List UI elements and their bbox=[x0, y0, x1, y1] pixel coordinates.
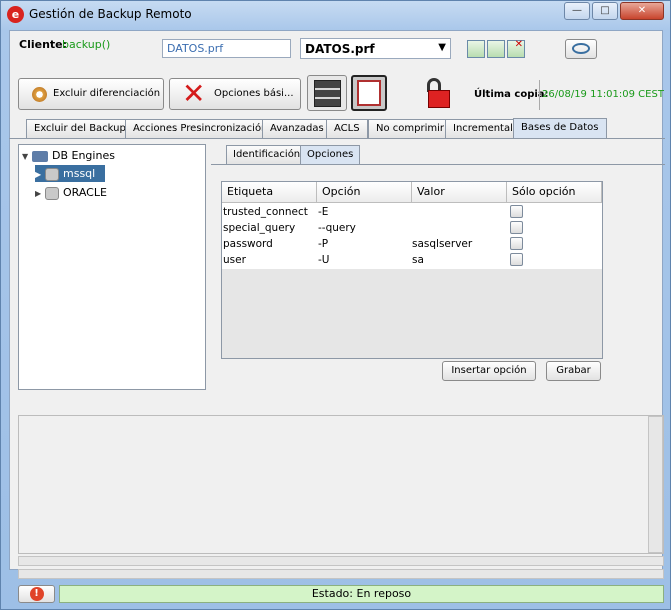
db-engine-tree: ▼ DB Engines ▶ mssql ▶ ORACLE bbox=[18, 144, 206, 390]
cell-valor: sa bbox=[412, 254, 424, 266]
solo-opcion-checkbox[interactable] bbox=[510, 253, 523, 266]
title-bar[interactable]: e Gestión de Backup Remoto — □ ✕ bbox=[1, 1, 670, 29]
minimize-button[interactable]: — bbox=[564, 2, 590, 20]
database-icon bbox=[45, 167, 59, 181]
expand-icon: ▶ bbox=[35, 189, 42, 198]
folder-icon bbox=[32, 150, 48, 162]
server-icon bbox=[314, 80, 341, 107]
cell-etiqueta: special_query bbox=[223, 222, 296, 234]
tree-item-mssql[interactable]: ▶ mssql bbox=[35, 165, 105, 182]
tab-no-comprimir[interactable]: No comprimir bbox=[368, 119, 453, 138]
tools-icon: ✕ bbox=[182, 77, 206, 110]
subtab-opciones[interactable]: Opciones bbox=[300, 145, 361, 164]
tab-divider bbox=[9, 138, 665, 139]
cell-opcion: --query bbox=[318, 222, 356, 234]
basic-options-button[interactable]: ✕ Opciones bási... bbox=[169, 78, 301, 110]
delete-profile-icon[interactable]: ✕ bbox=[507, 39, 525, 58]
last-copy-value: 26/08/19 11:01:09 CEST bbox=[542, 89, 664, 100]
tab-acls[interactable]: ACLS bbox=[326, 119, 368, 138]
eye-icon bbox=[572, 43, 590, 54]
status-text: Estado: En reposo bbox=[311, 587, 412, 600]
cell-valor: sasqlserver bbox=[412, 238, 473, 250]
cell-opcion: -E bbox=[318, 206, 329, 218]
unlock-icon[interactable] bbox=[423, 78, 455, 110]
solo-opcion-checkbox[interactable] bbox=[510, 237, 523, 250]
view-profile-button[interactable] bbox=[565, 39, 597, 59]
options-grid: Etiqueta Opción Valor Sólo opción truste… bbox=[221, 181, 603, 359]
backup-app-icon: e bbox=[7, 6, 24, 23]
profile-select-value: DATOS.prf bbox=[305, 42, 375, 56]
main-window: e Gestión de Backup Remoto — □ ✕ Cliente… bbox=[0, 0, 671, 610]
toolbar-divider bbox=[539, 80, 540, 110]
subtab-divider bbox=[211, 164, 665, 165]
cell-etiqueta: trusted_connect bbox=[223, 206, 308, 218]
horizontal-scrollbar[interactable] bbox=[18, 556, 664, 566]
table-row[interactable]: trusted_connect -E bbox=[222, 204, 602, 220]
tab-avanzadas[interactable]: Avanzadas bbox=[262, 119, 332, 138]
database-icon bbox=[45, 186, 59, 200]
window-title: Gestión de Backup Remoto bbox=[29, 7, 192, 21]
last-copy-label: Última copia: bbox=[474, 89, 549, 100]
stop-icon: ! bbox=[29, 587, 44, 601]
clock-icon bbox=[357, 80, 381, 106]
tab-incremental[interactable]: Incremental bbox=[445, 119, 521, 138]
tree-item-oracle[interactable]: ▶ ORACLE bbox=[35, 184, 107, 201]
basic-options-label: Opciones bási... bbox=[214, 88, 294, 99]
table-row[interactable]: password -P sasqlserver bbox=[222, 236, 602, 252]
table-row[interactable]: special_query --query bbox=[222, 220, 602, 236]
profile-select[interactable]: DATOS.prf ▼ bbox=[300, 38, 451, 59]
server-button[interactable] bbox=[307, 75, 347, 111]
solo-opcion-checkbox[interactable] bbox=[510, 221, 523, 234]
collapse-icon: ▼ bbox=[22, 152, 29, 161]
column-header-valor[interactable]: Valor bbox=[412, 182, 507, 203]
subtab-identificacion[interactable]: Identificación bbox=[226, 145, 308, 164]
tree-item-label: mssql bbox=[63, 167, 96, 180]
solo-opcion-checkbox[interactable] bbox=[510, 205, 523, 218]
status-bar: Estado: En reposo bbox=[59, 585, 664, 603]
stop-button[interactable]: ! bbox=[18, 585, 55, 603]
schedule-button[interactable] bbox=[351, 75, 387, 111]
profile-field[interactable]: DATOS.prf bbox=[162, 39, 291, 58]
log-panel[interactable] bbox=[18, 415, 664, 554]
insert-option-button[interactable]: Insertar opción bbox=[442, 361, 536, 381]
tab-bases-de-datos[interactable]: Bases de Datos bbox=[513, 118, 607, 138]
new-profile-icon[interactable] bbox=[487, 40, 505, 58]
maximize-button[interactable]: □ bbox=[592, 2, 618, 20]
table-row[interactable]: user -U sa bbox=[222, 252, 602, 268]
horizontal-scrollbar-2[interactable] bbox=[18, 569, 664, 579]
accept-profile-icon[interactable] bbox=[467, 40, 485, 58]
save-button[interactable]: Grabar bbox=[546, 361, 601, 381]
tab-excluir-backup[interactable]: Excluir del Backup bbox=[26, 119, 134, 138]
tab-acciones-presincronizacion[interactable]: Acciones Presincronización bbox=[125, 119, 276, 138]
client-label: Cliente: bbox=[19, 38, 68, 51]
cell-etiqueta: user bbox=[223, 254, 246, 266]
grid-rows: trusted_connect -E special_query --query… bbox=[222, 203, 602, 269]
column-header-solo-opcion[interactable]: Sólo opción bbox=[507, 182, 602, 203]
close-button[interactable]: ✕ bbox=[620, 2, 664, 20]
gear-icon bbox=[32, 87, 47, 102]
client-value: backup() bbox=[62, 38, 111, 51]
cell-etiqueta: password bbox=[223, 238, 273, 250]
chevron-down-icon: ▼ bbox=[438, 42, 446, 53]
tree-root[interactable]: ▼ DB Engines bbox=[22, 147, 115, 164]
exclude-diff-button[interactable]: Excluir diferenciación bbox=[18, 78, 164, 110]
cell-opcion: -P bbox=[318, 238, 329, 250]
tree-root-label: DB Engines bbox=[52, 149, 115, 162]
cell-opcion: -U bbox=[318, 254, 330, 266]
log-scrollbar[interactable] bbox=[648, 416, 663, 553]
column-header-opcion[interactable]: Opción bbox=[317, 182, 412, 203]
tree-item-label: ORACLE bbox=[63, 186, 107, 199]
column-header-etiqueta[interactable]: Etiqueta bbox=[222, 182, 317, 203]
expand-icon: ▶ bbox=[35, 170, 42, 179]
exclude-diff-label: Excluir diferenciación bbox=[53, 88, 161, 99]
